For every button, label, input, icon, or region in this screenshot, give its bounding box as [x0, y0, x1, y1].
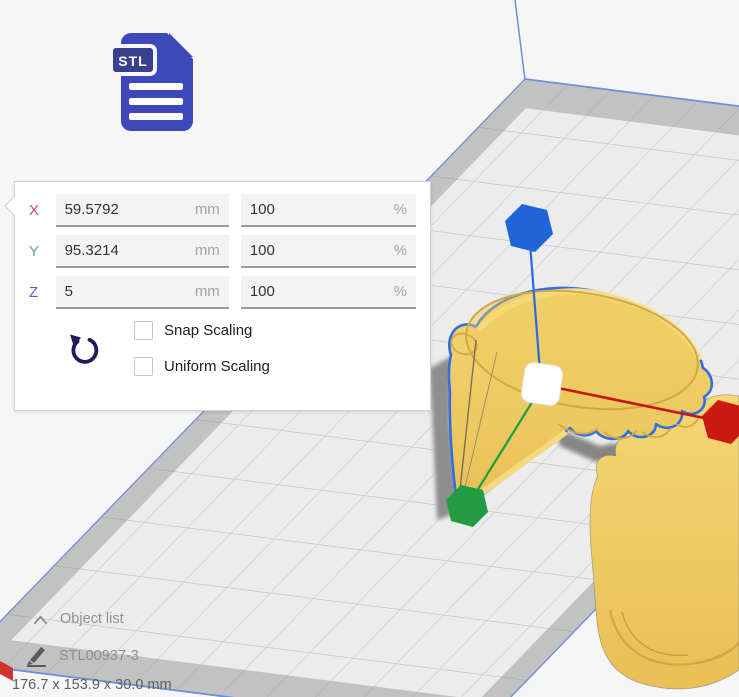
- object-list-header[interactable]: Object list: [33, 611, 124, 627]
- object-list-item[interactable]: STL00937-3: [24, 645, 139, 667]
- scale-z-percent-input[interactable]: [241, 276, 416, 307]
- uniform-scaling-row: Uniform Scaling: [134, 355, 270, 377]
- stl-file-icon: STL: [107, 30, 199, 136]
- reset-scale-button[interactable]: [65, 333, 101, 369]
- snap-scaling-label: Snap Scaling: [164, 322, 252, 339]
- reset-arrow-icon: [65, 333, 101, 369]
- axis-label-y: Y: [29, 243, 56, 260]
- scale-z-mm-input[interactable]: [56, 276, 229, 307]
- scale-x-percent-input[interactable]: [241, 194, 416, 225]
- axis-label-z: Z: [29, 284, 56, 301]
- pencil-icon: [24, 645, 50, 667]
- cura-window: STL X mm % Y mm % Z mm %: [0, 0, 739, 697]
- scale-row-z: Z mm %: [29, 276, 416, 309]
- scale-handle-center[interactable]: [520, 362, 563, 407]
- snap-scaling-checkbox[interactable]: [134, 321, 153, 340]
- scale-y-mm-input[interactable]: [56, 235, 229, 266]
- uniform-scaling-label: Uniform Scaling: [164, 358, 270, 375]
- snap-scaling-row: Snap Scaling: [134, 319, 270, 341]
- object-list-title: Object list: [60, 611, 124, 627]
- scale-tool-panel: X mm % Y mm % Z mm %: [14, 181, 431, 411]
- scale-x-mm-input[interactable]: [56, 194, 229, 225]
- object-list-item-label: STL00937-3: [59, 648, 139, 664]
- scale-row-y: Y mm %: [29, 235, 416, 268]
- model-dimensions-label: 176.7 x 153.9 x 30.0 mm: [12, 677, 172, 693]
- build-volume-edge: [515, 0, 525, 80]
- stl-badge-label: STL: [118, 53, 147, 69]
- scale-y-percent-input[interactable]: [241, 235, 416, 266]
- scale-row-x: X mm %: [29, 194, 416, 227]
- axis-label-x: X: [29, 202, 56, 219]
- chevron-up-icon: [33, 614, 48, 625]
- uniform-scaling-checkbox[interactable]: [134, 357, 153, 376]
